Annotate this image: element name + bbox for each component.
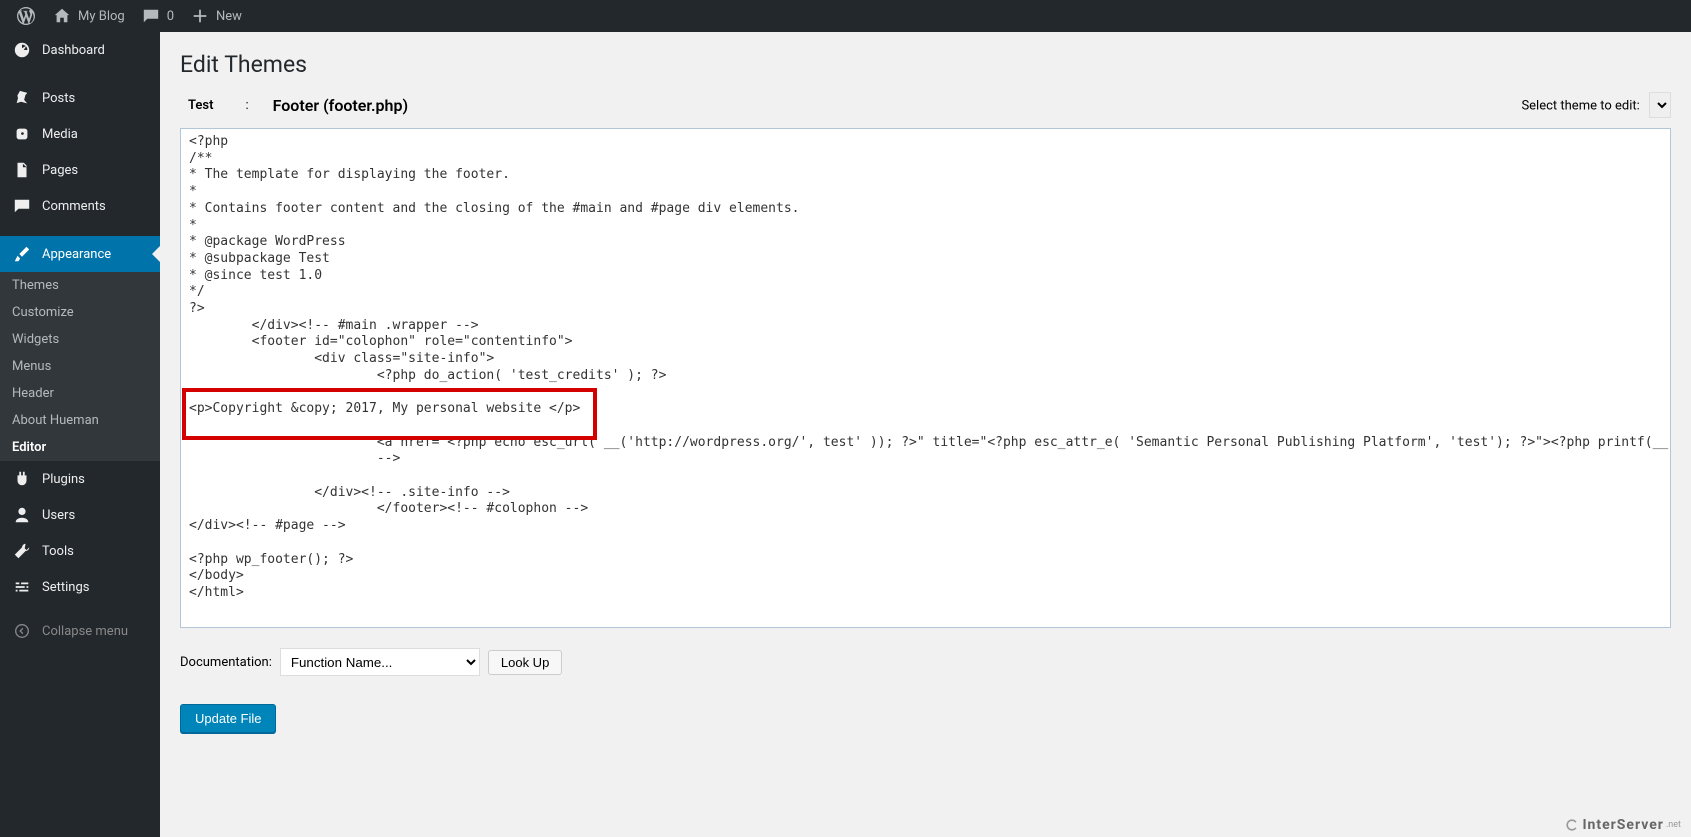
admin-sidebar: Dashboard Posts Media Pages Comments App… [0,32,160,837]
sidebar-item-dashboard[interactable]: Dashboard [0,32,160,68]
wp-logo[interactable] [8,0,44,32]
submenu-widgets[interactable]: Widgets [0,326,160,353]
wrench-icon [12,541,32,561]
sidebar-label: Users [42,508,75,523]
home-icon [52,6,72,26]
submenu-customize[interactable]: Customize [0,299,160,326]
site-name-link[interactable]: My Blog [44,0,133,32]
sliders-icon [12,577,32,597]
page-icon [12,160,32,180]
sidebar-item-posts[interactable]: Posts [0,80,160,116]
brush-icon [12,244,32,264]
main-content: Edit Themes Test : Footer (footer.php) S… [160,32,1691,837]
sidebar-label: Tools [42,544,74,559]
submenu-header[interactable]: Header [0,380,160,407]
admin-bar: My Blog 0 New [0,0,1691,32]
separator: : [221,98,272,113]
sidebar-item-settings[interactable]: Settings [0,569,160,605]
plugin-icon [12,469,32,489]
sidebar-label: Comments [42,199,106,214]
submenu-menus[interactable]: Menus [0,353,160,380]
new-label: New [216,9,242,24]
lookup-button[interactable]: Look Up [488,650,562,675]
sidebar-label: Plugins [42,472,85,487]
update-file-button[interactable]: Update File [180,704,276,733]
sidebar-item-media[interactable]: Media [0,116,160,152]
documentation-label: Documentation: [180,655,272,670]
appearance-submenu: Themes Customize Widgets Menus Header Ab… [0,272,160,461]
submenu-editor[interactable]: Editor [0,434,160,461]
plus-icon [190,6,210,26]
sidebar-item-appearance[interactable]: Appearance [0,236,160,272]
sidebar-label: Appearance [42,247,111,262]
dashboard-icon [12,40,32,60]
code-editor[interactable] [180,128,1671,628]
comments-link[interactable]: 0 [133,0,182,32]
sidebar-label: Collapse menu [42,624,128,639]
function-select[interactable]: Function Name... [280,648,480,676]
sidebar-label: Posts [42,91,75,106]
select-theme-label: Select theme to edit: [1521,99,1639,114]
submenu-themes[interactable]: Themes [0,272,160,299]
comments-count: 0 [167,9,174,24]
sidebar-collapse[interactable]: Collapse menu [0,613,160,649]
watermark: InterServer.net [1564,817,1681,833]
media-icon [12,124,32,144]
comment-icon [141,6,161,26]
theme-select[interactable] [1649,92,1671,118]
sidebar-item-pages[interactable]: Pages [0,152,160,188]
collapse-icon [12,621,32,641]
submenu-about-hueman[interactable]: About Hueman [0,407,160,434]
page-title: Edit Themes [180,42,1671,82]
sidebar-label: Media [42,127,78,142]
sidebar-item-users[interactable]: Users [0,497,160,533]
sidebar-label: Dashboard [42,43,105,58]
select-theme-area: Select theme to edit: [1521,92,1671,118]
file-heading-row: Test : Footer (footer.php) Select theme … [180,82,1671,128]
site-name-label: My Blog [78,9,125,24]
wordpress-icon [16,6,36,26]
documentation-row: Documentation: Function Name... Look Up [180,648,1671,676]
sidebar-item-tools[interactable]: Tools [0,533,160,569]
sidebar-item-plugins[interactable]: Plugins [0,461,160,497]
comment-icon [12,196,32,216]
sidebar-label: Pages [42,163,78,178]
user-icon [12,505,32,525]
sidebar-label: Settings [42,580,89,595]
new-link[interactable]: New [182,0,250,32]
pin-icon [12,88,32,108]
sidebar-item-comments[interactable]: Comments [0,188,160,224]
theme-name: Test [180,98,221,113]
file-title: Footer (footer.php) [273,96,408,115]
